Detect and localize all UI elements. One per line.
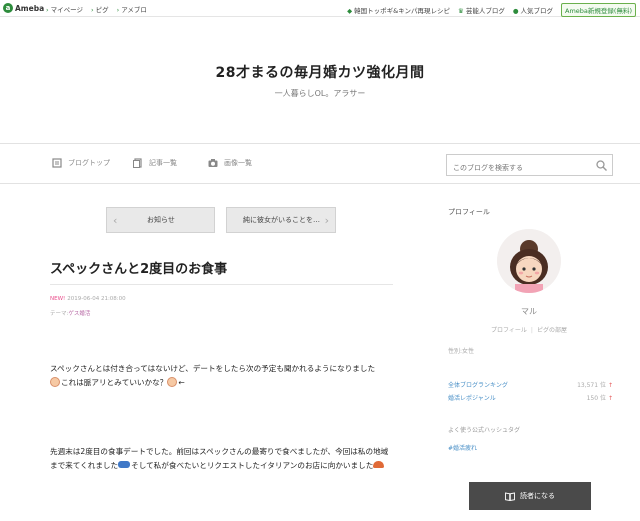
entry-date: NEW! 2019-06-04 21:08:00: [50, 296, 126, 302]
profile-heading: プロフィール: [448, 208, 490, 216]
separator: |: [530, 327, 533, 334]
popular-blog-link[interactable]: ● 人気ブログ: [513, 5, 553, 15]
profile-link[interactable]: プロフィール: [491, 327, 527, 334]
nav-link-pigg[interactable]: ピグ: [91, 4, 109, 14]
blog-nav-bar: ブログトップ 記事一覧 画像一覧: [0, 143, 640, 184]
home-icon: [52, 158, 62, 168]
car-icon: [118, 460, 131, 468]
theme-link[interactable]: ゲス婚活: [68, 311, 90, 317]
blog-search-input[interactable]: [447, 158, 587, 178]
celebrity-blog-link[interactable]: ♛ 芸能人ブログ: [458, 5, 505, 15]
divider: [50, 284, 393, 285]
blog-search-box: [446, 154, 613, 178]
nav-link-mypage[interactable]: マイページ: [46, 4, 83, 14]
become-reader-button[interactable]: 読者になる: [469, 482, 591, 510]
nav-image-list[interactable]: 画像一覧: [208, 158, 252, 168]
entry-theme: テーマ:ゲス婚活: [50, 311, 91, 317]
search-icon[interactable]: [596, 160, 607, 171]
promo-link[interactable]: ◆ 韓国トッポギ&キンパ再現レシピ: [347, 5, 450, 15]
prev-article-button[interactable]: ‹ お知らせ: [106, 207, 215, 233]
hashtag-heading: よく使う公式ハッシュタグ: [448, 427, 521, 434]
nav-link-ameblo[interactable]: アメブロ: [117, 4, 147, 14]
chevron-left-icon: ‹: [113, 214, 118, 227]
chevron-right-icon: ›: [324, 214, 329, 227]
entry-title[interactable]: スペックさんと2度目のお食事: [50, 258, 227, 277]
smile-face-icon: [167, 376, 178, 387]
rank-up-icon: ↑: [607, 382, 613, 389]
genre-ranking-row: 婚活レポジャンル 150 位 ↑: [448, 395, 613, 402]
overall-ranking-row: 全体ブログランキング 13,571 位 ↑: [448, 382, 613, 389]
camera-icon: [208, 159, 218, 167]
ameba-logo[interactable]: a Ameba: [3, 3, 44, 13]
avatar-illustration: [497, 229, 561, 293]
smile-face-icon: [50, 376, 60, 387]
signup-button[interactable]: Ameba新規登録(無料): [561, 3, 636, 17]
avatar[interactable]: [497, 229, 561, 293]
new-badge: NEW!: [50, 296, 66, 302]
nav-blog-top[interactable]: ブログトップ: [52, 158, 110, 168]
hashtag-link[interactable]: #婚活疲れ: [448, 443, 477, 452]
overall-ranking-link[interactable]: 全体ブログランキング: [448, 382, 508, 389]
rank-up-icon: ↑: [607, 395, 613, 402]
global-nav: マイページ ピグ アメブロ: [46, 4, 147, 14]
blog-description: 一人暮らしOL。アラサー: [274, 89, 366, 98]
ameba-logo-icon: a: [3, 3, 13, 13]
entry-paragraph: スペックさんとは付き合ってはないけど、デートをしたら次の予定も聞かれるようになり…: [50, 364, 376, 387]
global-header: a Ameba マイページ ピグ アメブロ ◆韓国トッポギ&キンパ再現レシピ ♛…: [0, 0, 640, 17]
blog-title[interactable]: 28才まるの毎月婚カツ強化月間: [0, 62, 640, 82]
next-article-button[interactable]: 純に彼女がいることを… ›: [226, 207, 336, 233]
diamond-icon: ◆: [347, 7, 353, 15]
person-icon: ●: [512, 7, 519, 15]
crown-icon: ♛: [458, 7, 464, 15]
book-icon: [505, 491, 515, 501]
profile-gender: 性別:女性: [448, 348, 475, 355]
profile-name[interactable]: マル: [448, 306, 610, 317]
entry-paragraph: 先週末は2度目の食事デートでした。前回はスペックさんの最寄りで食べましたが、今回…: [50, 447, 389, 470]
profile-links: プロフィール | ピグの部屋: [448, 325, 610, 334]
pigg-room-link[interactable]: ピグの部屋: [537, 327, 567, 334]
global-right-links: ◆ 韓国トッポギ&キンパ再現レシピ ♛ 芸能人ブログ ● 人気ブログ Ameba新規登…: [347, 3, 636, 17]
genre-ranking-link[interactable]: 婚活レポジャンル: [448, 395, 496, 402]
nav-article-list[interactable]: 記事一覧: [133, 158, 177, 168]
food-icon: [373, 460, 385, 468]
blog-header: 28才まるの毎月婚カツ強化月間 一人暮らしOL。アラサー: [0, 17, 640, 143]
document-icon: [133, 158, 142, 168]
